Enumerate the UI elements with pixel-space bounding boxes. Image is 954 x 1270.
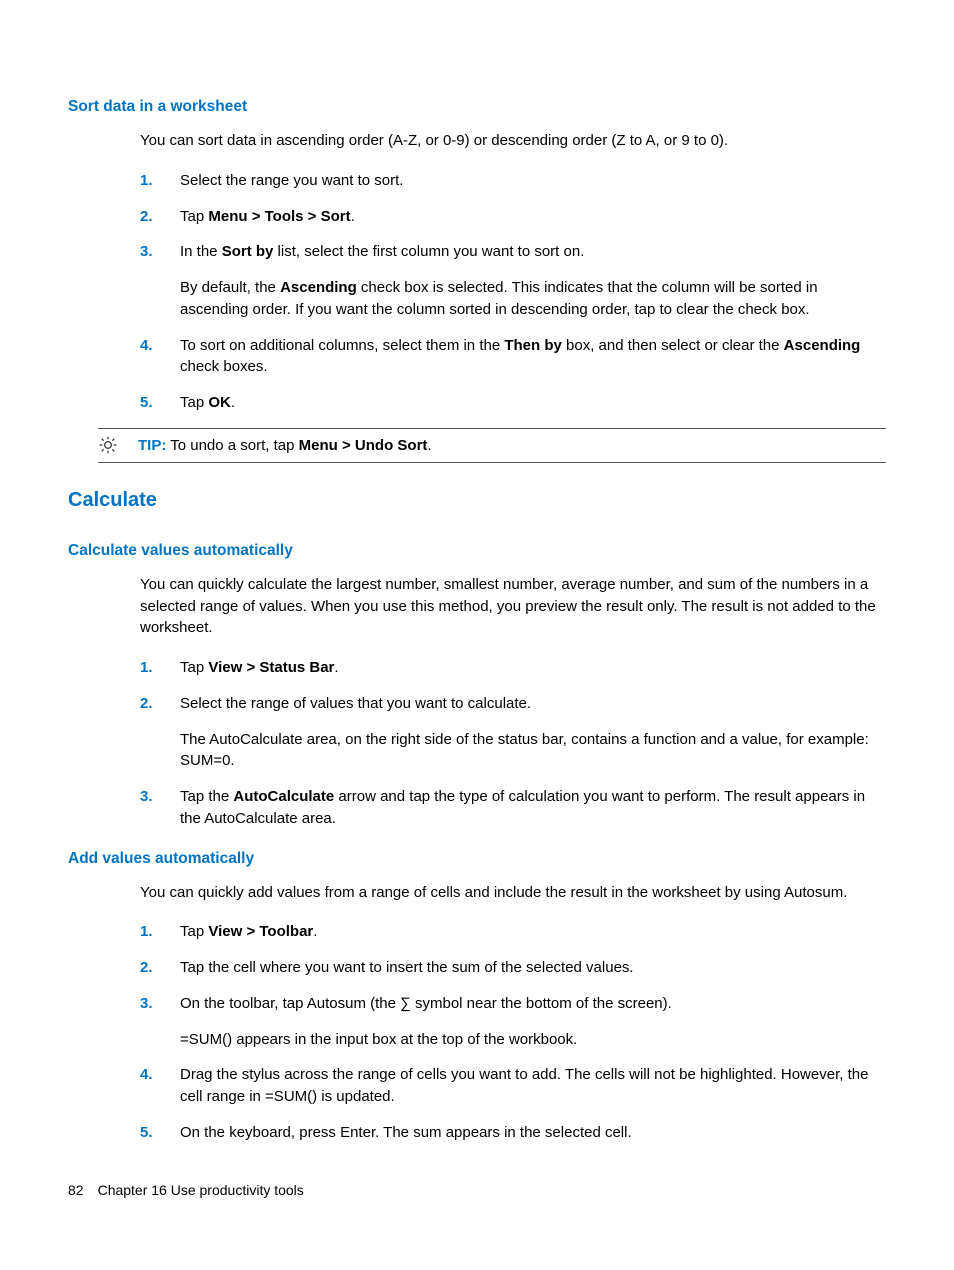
step-text: . bbox=[334, 659, 338, 676]
step: Tap the cell where you want to insert th… bbox=[140, 957, 886, 979]
intro-sort: You can sort data in ascending order (A-… bbox=[140, 130, 886, 152]
step-text: Tap bbox=[180, 208, 208, 225]
step-text: Tap the bbox=[180, 788, 233, 805]
page-number: 82 bbox=[68, 1182, 84, 1198]
step: To sort on additional columns, select th… bbox=[140, 335, 886, 379]
tip-box: TIP: To undo a sort, tap Menu > Undo Sor… bbox=[98, 428, 886, 463]
step-bold: View > Status Bar bbox=[208, 659, 334, 676]
chapter-label: Chapter 16 Use productivity tools bbox=[98, 1182, 304, 1198]
steps-add-auto: Tap View > Toolbar. Tap the cell where y… bbox=[140, 921, 886, 1143]
step-bold: Sort by bbox=[222, 243, 274, 260]
step-bold: Ascending bbox=[280, 279, 357, 296]
step-subpara: =SUM() appears in the input box at the t… bbox=[180, 1029, 886, 1051]
step: Select the range you want to sort. bbox=[140, 170, 886, 192]
step-bold: OK bbox=[208, 394, 231, 411]
steps-sort: Select the range you want to sort. Tap M… bbox=[140, 170, 886, 414]
step-text: . bbox=[313, 923, 317, 940]
step: Tap Menu > Tools > Sort. bbox=[140, 206, 886, 228]
heading-sort-data: Sort data in a worksheet bbox=[68, 98, 886, 116]
step-text: To sort on additional columns, select th… bbox=[180, 337, 504, 354]
step-text: Select the range you want to sort. bbox=[180, 172, 403, 189]
step: Tap the AutoCalculate arrow and tap the … bbox=[140, 786, 886, 830]
step-text: list, select the first column you want t… bbox=[273, 243, 584, 260]
tip-text: To undo a sort, tap bbox=[166, 437, 298, 454]
step-text: In the bbox=[180, 243, 222, 260]
step-text: On the toolbar, tap Autosum (the ∑ symbo… bbox=[180, 995, 672, 1012]
step: Tap View > Status Bar. bbox=[140, 657, 886, 679]
step-bold: Then by bbox=[504, 337, 562, 354]
step-bold: Menu > Tools > Sort bbox=[208, 208, 350, 225]
step-text: check boxes. bbox=[180, 358, 268, 375]
step-bold: Ascending bbox=[784, 337, 861, 354]
step-subpara: By default, the Ascending check box is s… bbox=[180, 277, 886, 321]
step-text: Drag the stylus across the range of cell… bbox=[180, 1066, 868, 1105]
tip-label: TIP: bbox=[138, 437, 166, 454]
step-bold: View > Toolbar bbox=[208, 923, 313, 940]
step-text: box, and then select or clear the bbox=[562, 337, 784, 354]
step: Select the range of values that you want… bbox=[140, 693, 886, 772]
heading-calculate: Calculate bbox=[68, 489, 886, 512]
tip-text: . bbox=[427, 437, 431, 454]
step-text: On the keyboard, press Enter. The sum ap… bbox=[180, 1124, 632, 1141]
heading-add-auto: Add values automatically bbox=[68, 850, 886, 868]
step: Tap View > Toolbar. bbox=[140, 921, 886, 943]
tip-bold: Menu > Undo Sort bbox=[299, 437, 428, 454]
step-subpara: The AutoCalculate area, on the right sid… bbox=[180, 729, 886, 773]
intro-calc-auto: You can quickly calculate the largest nu… bbox=[140, 574, 886, 639]
step-text: By default, the bbox=[180, 279, 280, 296]
step-text: Tap bbox=[180, 394, 208, 411]
step-text: . bbox=[231, 394, 235, 411]
step: Tap OK. bbox=[140, 392, 886, 414]
step: In the Sort by list, select the first co… bbox=[140, 241, 886, 320]
step-text: Tap bbox=[180, 659, 208, 676]
tip-content: TIP: To undo a sort, tap Menu > Undo Sor… bbox=[138, 437, 886, 454]
tip-icon bbox=[98, 435, 118, 455]
page-footer: 82 Chapter 16 Use productivity tools bbox=[68, 1182, 304, 1198]
heading-calc-auto: Calculate values automatically bbox=[68, 542, 886, 560]
step: Drag the stylus across the range of cell… bbox=[140, 1064, 886, 1108]
step: On the toolbar, tap Autosum (the ∑ symbo… bbox=[140, 993, 886, 1051]
intro-add-auto: You can quickly add values from a range … bbox=[140, 882, 886, 904]
step-text: Tap the cell where you want to insert th… bbox=[180, 959, 634, 976]
step-text: Select the range of values that you want… bbox=[180, 695, 531, 712]
page: Sort data in a worksheet You can sort da… bbox=[0, 0, 954, 1270]
step-text: Tap bbox=[180, 923, 208, 940]
step-text: . bbox=[351, 208, 355, 225]
steps-calc-auto: Tap View > Status Bar. Select the range … bbox=[140, 657, 886, 830]
step: On the keyboard, press Enter. The sum ap… bbox=[140, 1122, 886, 1144]
step-bold: AutoCalculate bbox=[233, 788, 334, 805]
